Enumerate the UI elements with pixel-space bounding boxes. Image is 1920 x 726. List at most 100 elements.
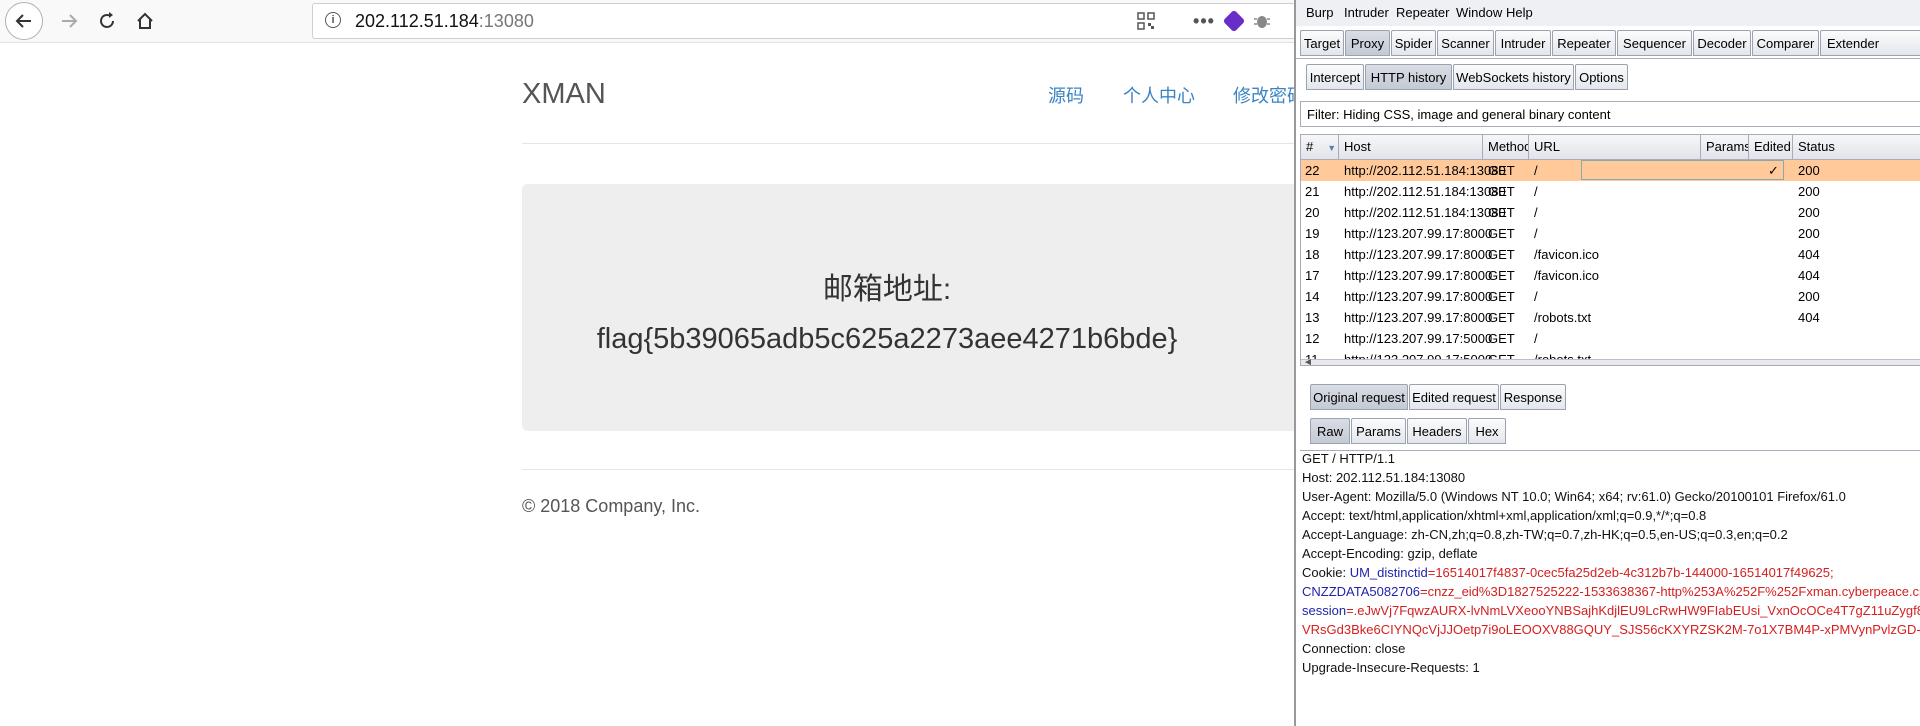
menu-help[interactable]: Help xyxy=(1506,5,1533,20)
table-row[interactable]: 12 http://123.207.99.17:5000 GET / xyxy=(1301,328,1920,349)
cell-n: 13 xyxy=(1305,310,1320,325)
cell-host: http://123.207.99.17:8000 xyxy=(1344,226,1493,241)
user-agent-header: User-Agent: Mozilla/5.0 (Windows NT 10.0… xyxy=(1302,489,1846,504)
col-params[interactable]: Params xyxy=(1701,135,1749,159)
table-row[interactable]: 14 http://123.207.99.17:8000 GET / 200 xyxy=(1301,286,1920,307)
cell-method: GET xyxy=(1488,184,1515,199)
menu-window[interactable]: Window xyxy=(1456,5,1502,20)
tab-target[interactable]: Target xyxy=(1300,30,1344,56)
table-row[interactable]: 19 http://123.207.99.17:8000 GET / 200 xyxy=(1301,223,1920,244)
url-text[interactable]: 202.112.51.184:13080 xyxy=(355,11,534,32)
cell-host: http://123.207.99.17:8000 xyxy=(1344,268,1493,283)
tab-options[interactable]: Options xyxy=(1575,64,1628,90)
tab-edited-request[interactable]: Edited request xyxy=(1409,384,1499,410)
cookie-value-cnzz: =cnzz_eid%3D1827525222-1533638367-http%2… xyxy=(1420,584,1920,599)
cell-status: 200 xyxy=(1798,289,1820,304)
cell-url: / xyxy=(1534,226,1538,241)
tab-http-history[interactable]: HTTP history xyxy=(1365,64,1452,90)
tab-response[interactable]: Response xyxy=(1500,384,1566,410)
col-number[interactable]: # ▼ xyxy=(1301,135,1339,159)
info-icon[interactable]: i xyxy=(325,12,341,28)
col-status[interactable]: Status xyxy=(1793,135,1920,159)
cell-method: GET xyxy=(1488,289,1515,304)
table-row[interactable]: 18 http://123.207.99.17:8000 GET/favicon.i… xyxy=(1301,244,1920,265)
cell-method: GET xyxy=(1488,268,1515,283)
accept-header: Accept: text/html,application/xhtml+xml,… xyxy=(1302,508,1707,523)
cell-status: 404 xyxy=(1798,247,1820,262)
accept-encoding-header: Accept-Encoding: gzip, deflate xyxy=(1302,546,1478,561)
cell-url: / xyxy=(1534,331,1538,346)
col-edited[interactable]: Edited xyxy=(1749,135,1793,159)
cookie-key-um: UM_distinctid xyxy=(1349,565,1428,580)
table-row[interactable]: 17 http://123.207.99.17:8000 GET/favicon.i… xyxy=(1301,265,1920,286)
url-bar[interactable]: i 202.112.51.184:13080 ••• xyxy=(312,3,1296,39)
tab-intercept[interactable]: Intercept xyxy=(1306,64,1364,90)
qr-code-icon[interactable] xyxy=(1135,10,1157,32)
tab-spider[interactable]: Spider xyxy=(1391,30,1436,56)
nav-link-profile[interactable]: 个人中心 xyxy=(1123,82,1195,108)
raw-request-pane[interactable]: GET / HTTP/1.1 Host: 202.112.51.184:1308… xyxy=(1300,450,1920,726)
main-tabs: Target Proxy Spider Scanner Intruder Rep… xyxy=(1296,30,1920,59)
tab-params[interactable]: Params xyxy=(1351,418,1406,444)
tab-intruder[interactable]: Intruder xyxy=(1495,30,1551,56)
cell-n: 20 xyxy=(1305,205,1320,220)
tab-proxy[interactable]: Proxy xyxy=(1345,30,1390,56)
cell-status: 200 xyxy=(1798,205,1820,220)
tab-extender[interactable]: Extender xyxy=(1820,30,1920,56)
scroll-left-icon[interactable]: ◄ xyxy=(1303,357,1313,365)
tab-decoder[interactable]: Decoder xyxy=(1693,30,1751,56)
cell-url: /robots.txt xyxy=(1534,310,1592,325)
table-row[interactable]: 13 http://123.207.99.17:8000 GET/robots.tx… xyxy=(1301,307,1920,328)
menu-repeater[interactable]: Repeater xyxy=(1396,5,1449,20)
cell-url: / xyxy=(1534,289,1538,304)
selected-cell-outline xyxy=(1581,160,1784,180)
cell-n: 17 xyxy=(1305,268,1320,283)
tab-raw[interactable]: Raw xyxy=(1310,418,1350,444)
cookie-prefix: Cookie: xyxy=(1302,565,1350,580)
tab-repeater[interactable]: Repeater xyxy=(1552,30,1616,56)
tab-sequencer[interactable]: Sequencer xyxy=(1617,30,1692,56)
forward-button[interactable] xyxy=(50,2,88,40)
nav-link-source[interactable]: 源码 xyxy=(1048,82,1084,108)
table-row[interactable]: 22 http://202.112.51.184:13080 GET / ✓ 200 xyxy=(1301,160,1920,181)
back-button[interactable] xyxy=(5,2,43,40)
table-row[interactable]: 21 http://202.112.51.184:13080 GET / 200 xyxy=(1301,181,1920,202)
flag-value: flag{5b39065adb5c625a2273aee4271b6bde} xyxy=(596,323,1178,355)
tab-headers[interactable]: Headers xyxy=(1407,418,1467,444)
col-host[interactable]: Host xyxy=(1339,135,1483,159)
cell-host: http://202.112.51.184:13080 xyxy=(1344,205,1506,220)
col-url[interactable]: URL xyxy=(1529,135,1701,159)
cell-n: 18 xyxy=(1305,247,1320,262)
cell-host: http://123.207.99.17:5000 xyxy=(1344,331,1493,346)
tab-original-request[interactable]: Original request xyxy=(1310,384,1408,410)
cookie-key-cnzz: CNZZDATA5082706 xyxy=(1302,584,1421,599)
cell-url: / xyxy=(1534,184,1538,199)
table-row[interactable]: 20 http://202.112.51.184:13080 GET / 200 xyxy=(1301,202,1920,223)
extension-icon[interactable] xyxy=(1222,9,1246,33)
tab-hex[interactable]: Hex xyxy=(1468,418,1506,444)
browser-window: i 202.112.51.184:13080 ••• XMAN 源码 个人中心 … xyxy=(0,0,1322,726)
reload-button[interactable] xyxy=(88,2,126,40)
menu-burp[interactable]: Burp xyxy=(1306,5,1333,20)
cell-method: GET xyxy=(1488,247,1515,262)
home-button[interactable] xyxy=(126,2,164,40)
cell-method: GET xyxy=(1488,205,1515,220)
tab-comparer[interactable]: Comparer xyxy=(1752,30,1819,56)
cookie-value-session: =.eJwVj7FqwzAURX-lvNmLVXeooYNBSajhKdjlEU… xyxy=(1346,603,1920,618)
cell-url: /favicon.ico xyxy=(1534,247,1600,262)
col-method[interactable]: Method xyxy=(1483,135,1529,159)
horizontal-scrollbar[interactable]: ◄ xyxy=(1301,357,1920,365)
info-panel: 邮箱地址: flag{5b39065adb5c625a2273aee4271b6… xyxy=(522,184,1322,431)
cell-n: 14 xyxy=(1305,289,1320,304)
tab-scanner[interactable]: Scanner xyxy=(1437,30,1494,56)
menu-intruder[interactable]: Intruder xyxy=(1344,5,1389,20)
filter-bar[interactable]: Filter: Hiding CSS, image and general bi… xyxy=(1300,101,1920,127)
more-actions-icon[interactable]: ••• xyxy=(1193,10,1215,32)
tab-websockets-history[interactable]: WebSockets history xyxy=(1453,64,1574,90)
cell-n: 12 xyxy=(1305,331,1320,346)
bug-extension-icon[interactable] xyxy=(1251,10,1273,32)
menu-bar: Burp Intruder Repeater Window Help xyxy=(1296,0,1920,26)
site-brand[interactable]: XMAN xyxy=(522,78,606,111)
view-tabs: Raw Params Headers Hex xyxy=(1296,418,1920,446)
cell-host: http://123.207.99.17:8000 xyxy=(1344,310,1493,325)
